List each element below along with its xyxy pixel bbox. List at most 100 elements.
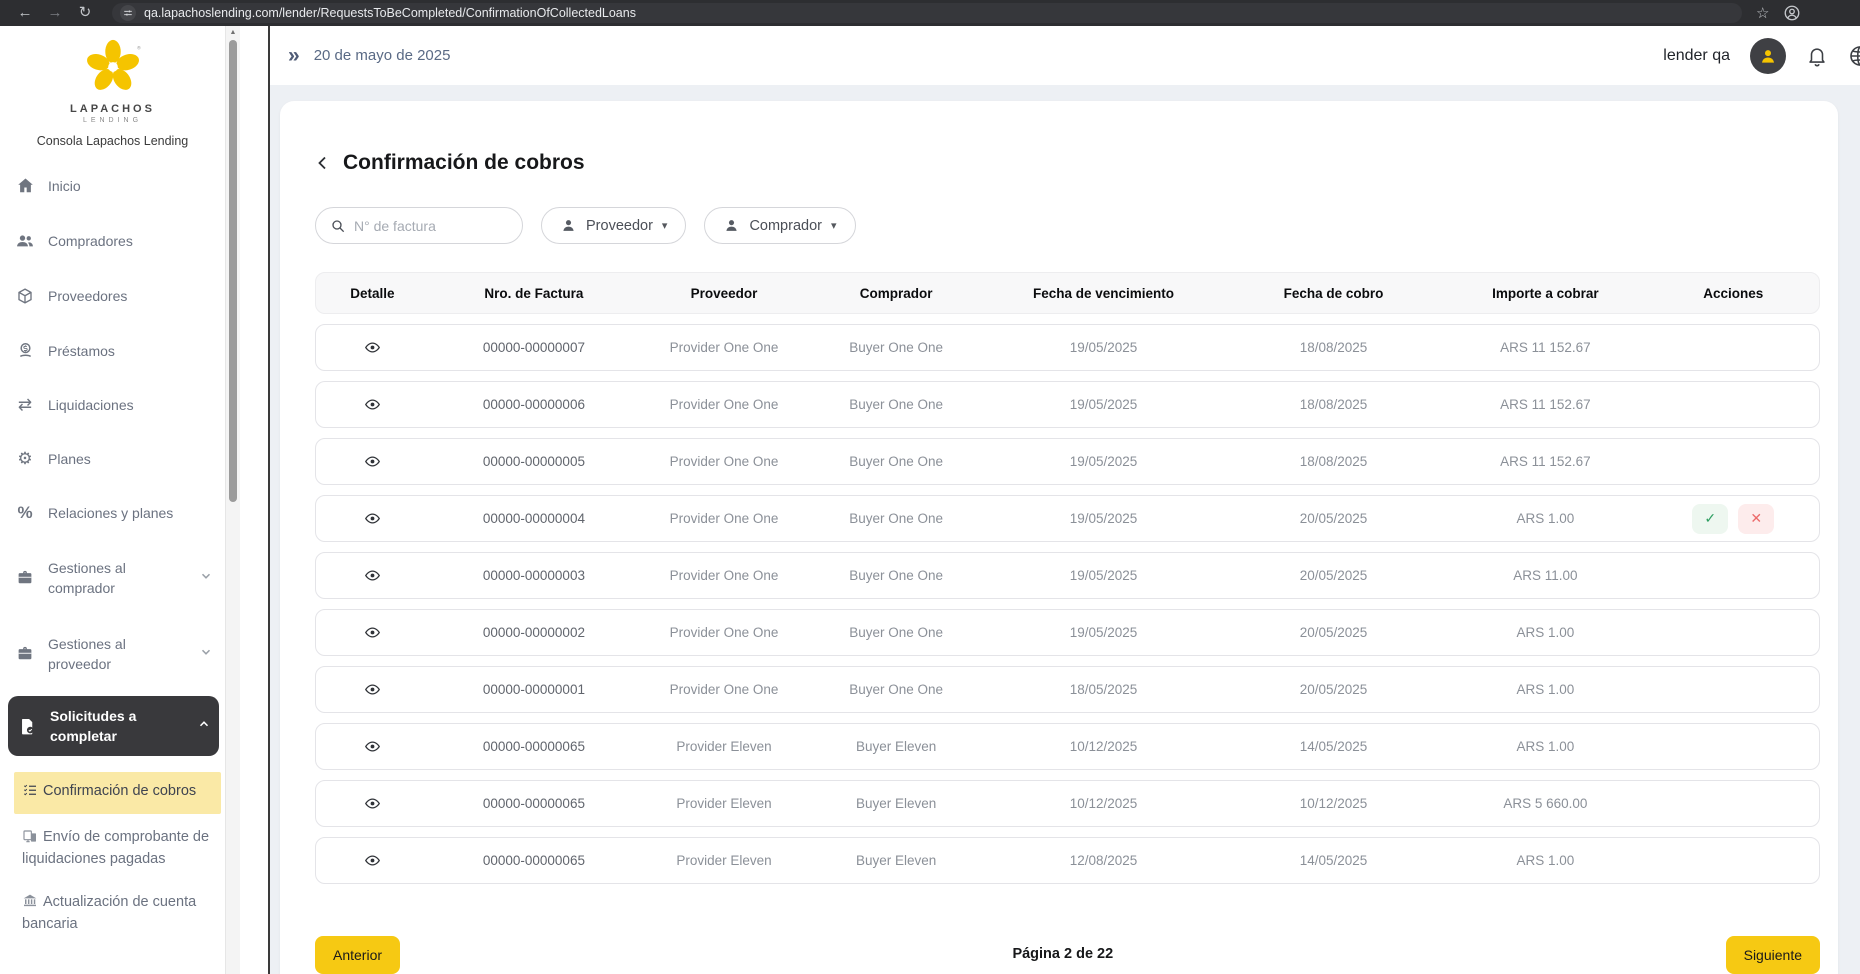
caret-down-icon: ▾ xyxy=(662,219,668,232)
view-detail-eye-icon[interactable] xyxy=(364,396,381,413)
caret-down-icon: ▾ xyxy=(831,219,837,232)
sidebar-item-label: Inicio xyxy=(48,177,81,195)
logo-sub-wordmark: LENDING xyxy=(0,117,225,124)
view-detail-eye-icon[interactable] xyxy=(364,681,381,698)
address-bar[interactable]: qa.lapachoslending.com/lender/RequestsTo… xyxy=(112,3,1742,23)
submenu-item-envio-comprobante[interactable]: Envío de comprobante de liquidaciones pa… xyxy=(14,818,221,879)
swap-arrows-icon: ⇄ xyxy=(18,396,32,414)
amount-to-collect: ARS 1.00 xyxy=(1443,511,1647,526)
page-indicator: Página 2 de 22 xyxy=(400,946,1726,962)
scrollbar-up-arrow-icon[interactable]: ▲ xyxy=(226,26,240,36)
sidebar-item-gestiones-comprador[interactable]: Gestiones al comprador xyxy=(8,544,219,612)
invoice-number: 00000-00000065 xyxy=(429,853,639,868)
amount-to-collect: ARS 1.00 xyxy=(1443,625,1647,640)
view-detail-eye-icon[interactable] xyxy=(364,567,381,584)
due-date: 19/05/2025 xyxy=(983,397,1223,412)
collection-date: 18/08/2025 xyxy=(1224,340,1443,355)
sidebar-item-gestiones-proveedor[interactable]: Gestiones al proveedor xyxy=(8,620,219,688)
previous-page-button[interactable]: Anterior xyxy=(315,936,400,974)
sidebar-nav: Inicio Compradores Proveedores Préstamos… xyxy=(0,148,225,756)
sidebar-item-label: Préstamos xyxy=(48,342,115,360)
table-row: 00000-00000007 Provider One One Buyer On… xyxy=(315,324,1820,371)
sidebar-item-inicio[interactable]: Inicio xyxy=(8,162,219,209)
browser-reload-icon[interactable]: ↻ xyxy=(72,0,98,26)
search-input[interactable] xyxy=(354,218,494,234)
view-detail-eye-icon[interactable] xyxy=(364,795,381,812)
next-page-button[interactable]: Siguiente xyxy=(1726,936,1820,974)
briefcase-icon xyxy=(14,569,36,587)
table-header-row: Detalle Nro. de Factura Proveedor Compra… xyxy=(315,272,1820,314)
sidebar-item-proveedores[interactable]: Proveedores xyxy=(8,273,219,319)
sidebar-item-prestamos[interactable]: Préstamos xyxy=(8,327,219,374)
due-date: 19/05/2025 xyxy=(983,454,1223,469)
table-row: 00000-00000005 Provider One One Buyer On… xyxy=(315,438,1820,485)
provider-filter-dropdown[interactable]: Proveedor ▾ xyxy=(541,207,686,244)
view-detail-eye-icon[interactable] xyxy=(364,453,381,470)
due-date: 12/08/2025 xyxy=(983,853,1223,868)
view-detail-eye-icon[interactable] xyxy=(364,852,381,869)
invoice-number: 00000-00000005 xyxy=(429,454,639,469)
reject-button[interactable]: ✕ xyxy=(1738,504,1774,534)
site-info-icon[interactable] xyxy=(120,5,136,21)
amount-to-collect: ARS 1.00 xyxy=(1443,739,1647,754)
table-row: 00000-00000001 Provider One One Buyer On… xyxy=(315,666,1820,713)
sidebar-item-planes[interactable]: ⚙ Planes xyxy=(8,436,219,482)
col-header-cobro: Fecha de cobro xyxy=(1224,286,1443,301)
back-chevron-icon[interactable] xyxy=(315,155,331,171)
browser-back-icon[interactable]: ← xyxy=(12,0,38,26)
view-detail-eye-icon[interactable] xyxy=(364,624,381,641)
sidebar-scrollbar[interactable]: ▲ xyxy=(225,26,240,974)
table-row: 00000-00000065 Provider Eleven Buyer Ele… xyxy=(315,837,1820,884)
provider-filter-label: Proveedor xyxy=(586,218,653,234)
amount-to-collect: ARS 1.00 xyxy=(1443,853,1647,868)
submenu-item-actualizacion-cuenta[interactable]: Actualización de cuenta bancaria xyxy=(14,883,221,944)
col-header-proveedor: Proveedor xyxy=(639,286,809,301)
sidebar-item-relaciones[interactable]: % Relaciones y planes xyxy=(8,490,219,536)
browser-profile-icon[interactable] xyxy=(1783,4,1801,22)
due-date: 19/05/2025 xyxy=(983,625,1223,640)
view-detail-eye-icon[interactable] xyxy=(364,339,381,356)
table-row: 00000-00000065 Provider Eleven Buyer Ele… xyxy=(315,780,1820,827)
collection-date: 20/05/2025 xyxy=(1224,625,1443,640)
buyer-name: Buyer One One xyxy=(809,454,983,469)
language-globe-icon[interactable] xyxy=(1848,44,1860,68)
invoice-number: 00000-00000002 xyxy=(429,625,639,640)
bookmark-star-icon[interactable]: ☆ xyxy=(1756,4,1769,22)
user-avatar[interactable] xyxy=(1750,38,1786,74)
provider-name: Provider Eleven xyxy=(639,853,809,868)
sidebar-item-liquidaciones[interactable]: ⇄ Liquidaciones xyxy=(8,382,219,428)
notifications-bell-icon[interactable] xyxy=(1806,45,1828,67)
sidebar-item-compradores[interactable]: Compradores xyxy=(8,217,219,265)
browser-forward-icon[interactable]: → xyxy=(42,0,68,26)
due-date: 18/05/2025 xyxy=(983,682,1223,697)
submenu-item-confirmacion-cobros[interactable]: Confirmación de cobros xyxy=(14,772,221,814)
app-logo: ® LAPACHOS LENDING Consola Lapachos Lend… xyxy=(0,26,225,148)
col-header-detalle: Detalle xyxy=(316,286,429,301)
due-date: 10/12/2025 xyxy=(983,796,1223,811)
scrollbar-thumb[interactable] xyxy=(229,40,237,502)
sidebar-collapse-icon[interactable]: » xyxy=(280,44,308,68)
view-detail-eye-icon[interactable] xyxy=(364,510,381,527)
invoice-search[interactable] xyxy=(315,207,523,244)
col-header-comprador: Comprador xyxy=(809,286,983,301)
provider-name: Provider One One xyxy=(639,397,809,412)
provider-name: Provider One One xyxy=(639,568,809,583)
collection-date: 14/05/2025 xyxy=(1224,739,1443,754)
lapachos-flower-icon: ® xyxy=(84,38,142,94)
page-title: Confirmación de cobros xyxy=(343,151,585,175)
table-row: 00000-00000006 Provider One One Buyer On… xyxy=(315,381,1820,428)
url-text: qa.lapachoslending.com/lender/RequestsTo… xyxy=(144,6,636,20)
sidebar-submenu: Confirmación de cobros Envío de comproba… xyxy=(0,764,225,944)
view-detail-eye-icon[interactable] xyxy=(364,738,381,755)
invoice-number: 00000-00000004 xyxy=(429,511,639,526)
buyer-name: Buyer One One xyxy=(809,397,983,412)
devices-icon xyxy=(22,828,38,850)
due-date: 19/05/2025 xyxy=(983,511,1223,526)
buyer-name: Buyer One One xyxy=(809,511,983,526)
main-card: Confirmación de cobros Proveedor xyxy=(280,101,1838,974)
buyer-filter-dropdown[interactable]: Comprador ▾ xyxy=(704,207,855,244)
sidebar-item-solicitudes[interactable]: Solicitudes a completar xyxy=(8,696,219,756)
briefcase-icon xyxy=(14,645,36,663)
table-row: 00000-00000002 Provider One One Buyer On… xyxy=(315,609,1820,656)
confirm-button[interactable]: ✓ xyxy=(1692,504,1728,534)
